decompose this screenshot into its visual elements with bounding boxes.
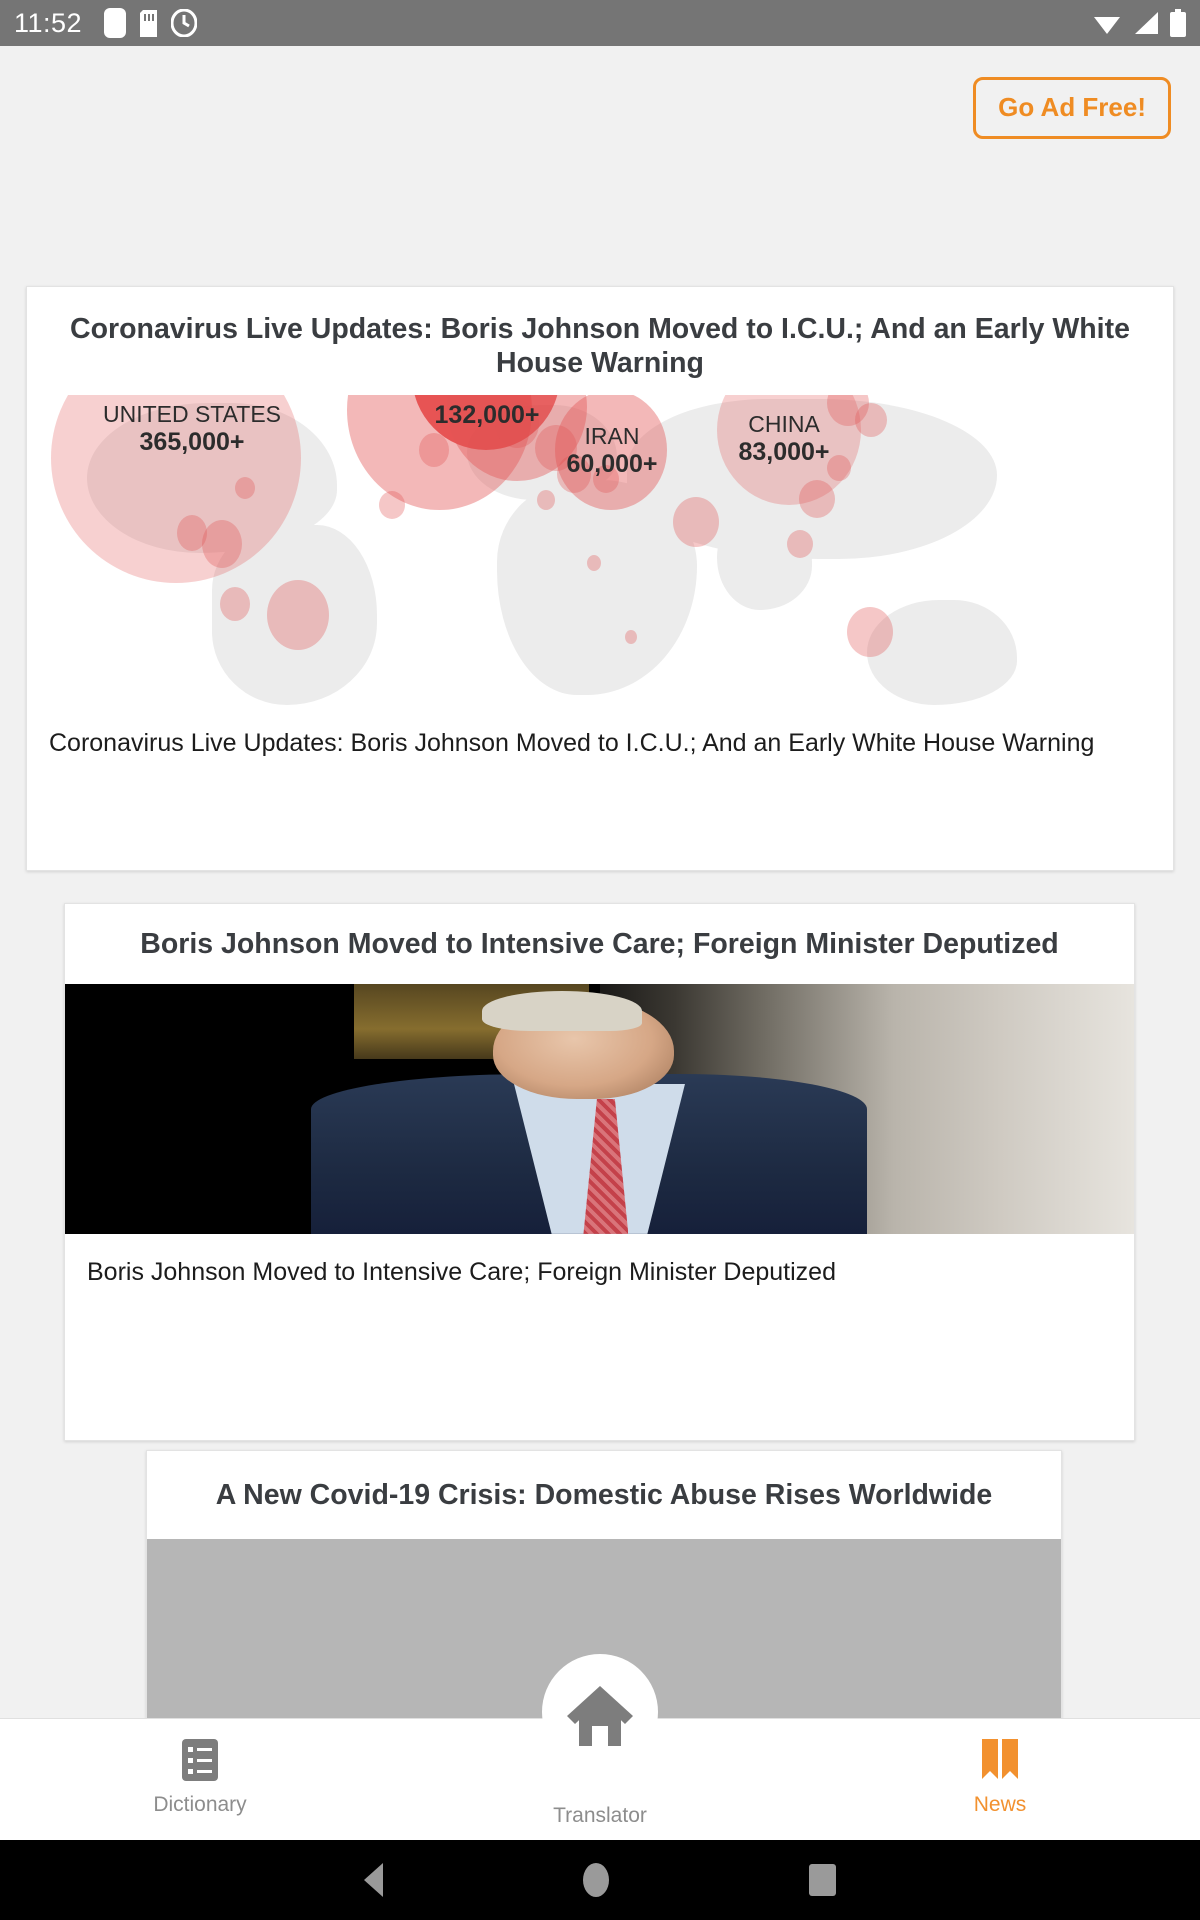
landmass-australia (867, 599, 1017, 705)
map-bubble-india (673, 496, 719, 547)
boris-johnson-photo (65, 983, 1134, 1234)
map-bubble-belgium (379, 490, 405, 519)
nav-item-news[interactable]: News (800, 1719, 1200, 1840)
map-label-spain: 132,000+ (407, 401, 567, 431)
news-card-title: A New Covid-19 Crisis: Domestic Abuse Ri… (215, 1479, 993, 1511)
home-circle-icon[interactable] (583, 1863, 609, 1897)
map-bubble-africa3 (625, 629, 637, 644)
map-label-country: CHINA (748, 410, 820, 437)
news-card[interactable]: Boris Johnson Moved to Intensive Care; F… (64, 903, 1135, 1441)
nav-label-news: News (973, 1793, 1027, 1816)
book-bookmark-icon (978, 1737, 1022, 1783)
map-bubble-brazil (267, 579, 329, 650)
map-label-china: CHINA 83,000+ (699, 411, 869, 468)
map-label-united-states: UNITED STATES 365,000+ (92, 401, 292, 458)
news-feed: Coronavirus Live Updates: Boris Johnson … (0, 0, 1200, 1780)
home-icon (565, 1682, 635, 1750)
map-label-iran: IRAN 60,000+ (547, 423, 677, 480)
map-label-cases: 365,000+ (139, 427, 245, 456)
map-label-country: IRAN (584, 422, 640, 449)
map-label-country: UNITED STATES (102, 400, 282, 427)
map-bubble-aus (847, 606, 893, 657)
map-bubble-carib (235, 476, 255, 499)
android-system-nav (0, 1840, 1200, 1920)
map-bubble-mexico (177, 514, 207, 551)
map-bubble-africa2 (587, 554, 601, 571)
news-card-title: Coronavirus Live Updates: Boris Johnson … (70, 313, 1130, 379)
photo-hair (481, 991, 643, 1032)
map-bubble-sea (799, 479, 835, 518)
map-label-cases: 60,000+ (566, 449, 658, 478)
app-screen: 11:52 Go Ad Free! Coronavirus Live Updat… (0, 0, 1200, 1920)
nav-label-translator: Translator (553, 1804, 647, 1827)
nav-label-dictionary: Dictionary (153, 1793, 247, 1816)
covid-world-map-image: UNITED STATES 365,000+ 132,000+ IRAN 60,… (27, 394, 1173, 705)
news-card-caption: Boris Johnson Moved to Intensive Care; F… (87, 1257, 836, 1286)
map-bubble-africa1 (537, 489, 555, 510)
nav-item-translator-fab[interactable] (542, 1654, 658, 1770)
map-bubble-indo (787, 529, 813, 558)
map-label-cases: 83,000+ (738, 437, 830, 466)
list-icon (180, 1737, 220, 1783)
news-card-caption: Coronavirus Live Updates: Boris Johnson … (49, 728, 1095, 757)
nav-item-dictionary[interactable]: Dictionary (0, 1719, 400, 1840)
news-card-title: Boris Johnson Moved to Intensive Care; F… (140, 928, 1059, 960)
news-card[interactable]: Coronavirus Live Updates: Boris Johnson … (26, 286, 1174, 871)
map-bubble-peru (220, 586, 250, 621)
map-label-cases: 132,000+ (434, 400, 540, 429)
map-bubble-canada (202, 519, 242, 568)
recents-square-icon[interactable] (809, 1864, 836, 1896)
map-bubble-uk (419, 432, 449, 467)
back-triangle-icon[interactable] (364, 1863, 383, 1897)
